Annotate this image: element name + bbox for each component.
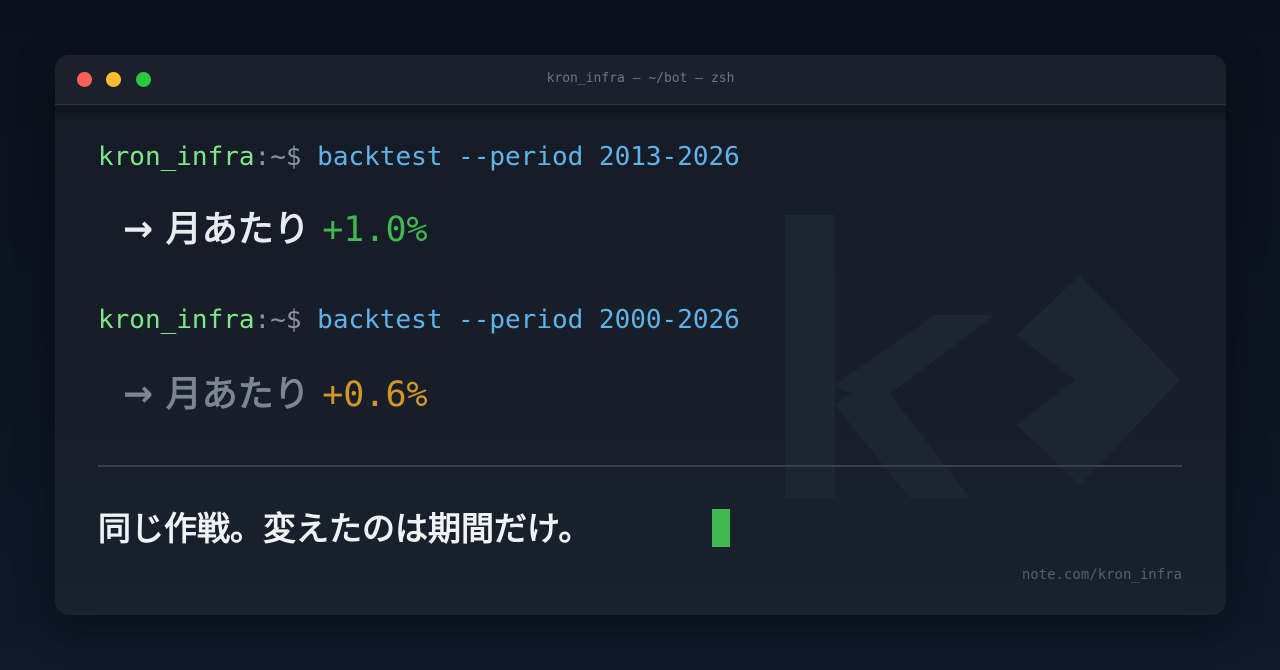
command-text: backtest --period 2013-2026 xyxy=(317,142,740,172)
prompt-user: kron_infra xyxy=(98,142,255,172)
command-text: backtest --period 2000-2026 xyxy=(317,305,740,335)
watermark-url: note.com/kron_infra xyxy=(1021,567,1182,583)
result-line-2: → 月あたり +0.6% xyxy=(123,365,428,417)
k-chevron-logo-icon xyxy=(785,215,1180,498)
result-prefix: → 月あたり xyxy=(123,374,323,415)
title-bar: kron_infra — ~/bot — zsh xyxy=(55,55,1226,105)
command-line-2: kron_infra:~$ backtest --period 2000-202… xyxy=(98,305,740,335)
result-value: +0.6% xyxy=(322,375,428,415)
divider xyxy=(98,465,1182,467)
prompt-path: :~$ xyxy=(254,305,318,335)
result-value: +1.0% xyxy=(322,210,428,250)
prompt-path: :~$ xyxy=(254,142,318,172)
terminal-cursor xyxy=(712,509,730,547)
prompt-user: kron_infra xyxy=(98,305,255,335)
command-line-1: kron_infra:~$ backtest --period 2013-202… xyxy=(98,142,740,172)
titlebar-shadow xyxy=(55,106,1226,124)
result-prefix: → 月あたり xyxy=(123,209,323,250)
result-line-1: → 月あたり +1.0% xyxy=(123,200,428,252)
conclusion-text: 同じ作戦。変えたのは期間だけ。 xyxy=(98,509,592,548)
window-title: kron_infra — ~/bot — zsh xyxy=(546,71,735,86)
terminal-window: kron_infra — ~/bot — zsh kron_infra:~$ b… xyxy=(55,55,1226,615)
